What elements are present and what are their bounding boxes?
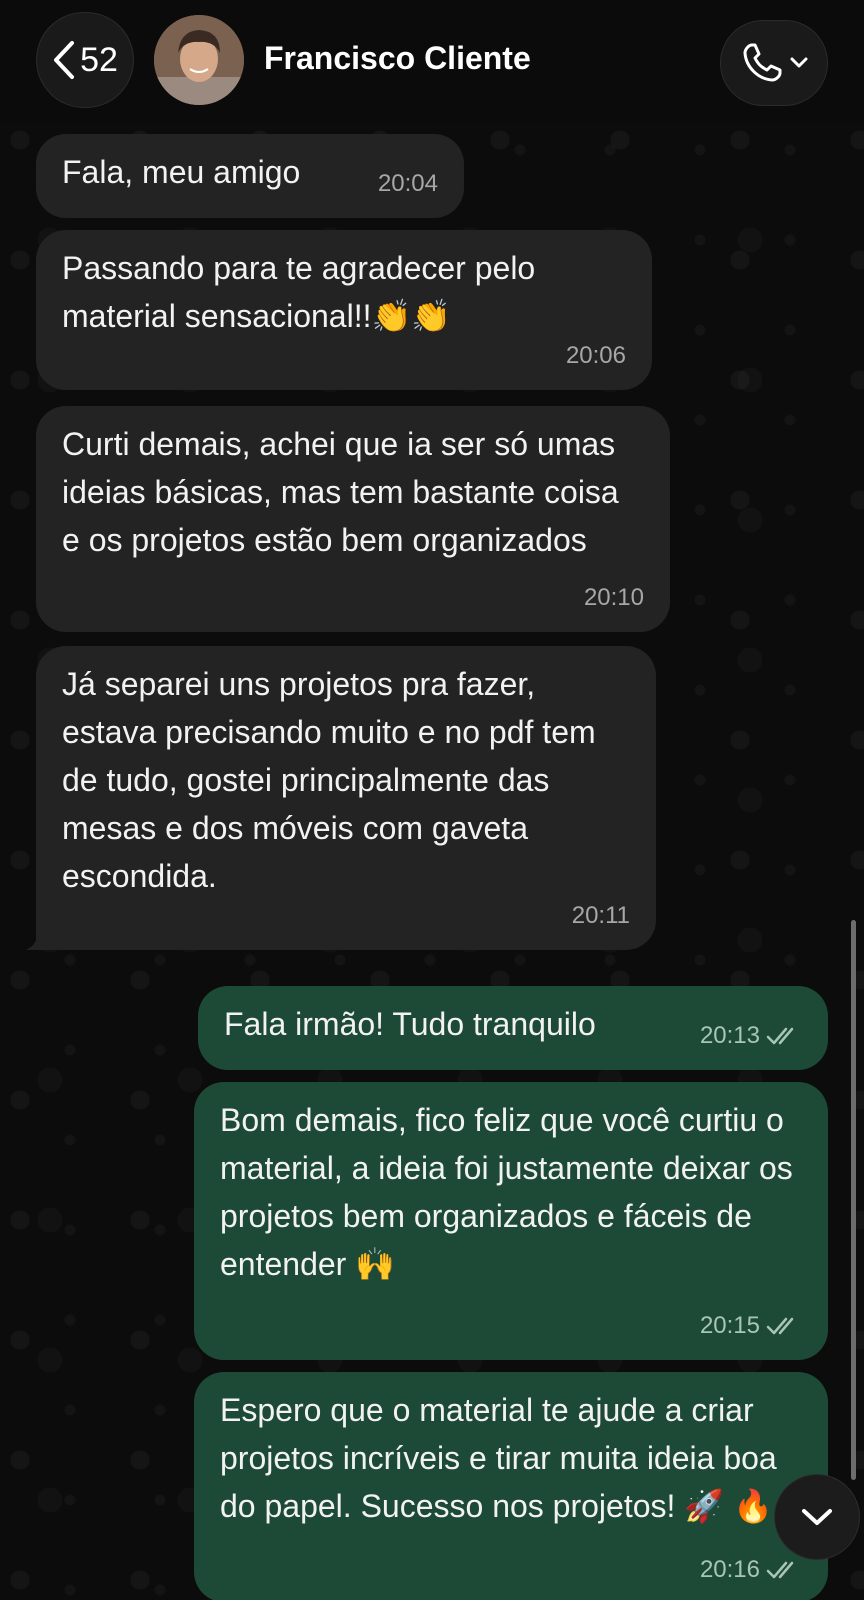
message-text: Já separei uns projetos pra fazer, estav… xyxy=(62,666,605,894)
chevron-down-icon xyxy=(802,1509,832,1525)
message-text: Bom demais, fico feliz que você curtiu o… xyxy=(220,1102,802,1282)
message-outgoing[interactable]: Bom demais, fico feliz que você curtiu o… xyxy=(194,1082,828,1360)
message-incoming[interactable]: Já separei uns projetos pra fazer, estav… xyxy=(36,646,656,950)
message-incoming[interactable]: Fala, meu amigo 20:04 xyxy=(36,134,464,218)
scrollbar[interactable] xyxy=(851,920,856,1480)
message-outgoing[interactable]: Fala irmão! Tudo tranquilo 20:13 xyxy=(198,986,828,1070)
chevron-left-icon xyxy=(54,41,75,79)
call-button[interactable] xyxy=(720,20,828,106)
message-time: 20:15 xyxy=(700,1302,802,1350)
avatar-image xyxy=(154,15,244,105)
phone-icon xyxy=(743,43,782,82)
double-check-icon xyxy=(766,1027,794,1045)
message-outgoing[interactable]: Espero que o material te ajude a criar p… xyxy=(194,1372,828,1600)
double-check-icon xyxy=(766,1317,794,1335)
message-time: 20:04 xyxy=(377,170,438,197)
bubble-tail xyxy=(26,920,56,950)
message-text: Curti demais, achei que ia ser só umas i… xyxy=(62,426,628,558)
back-button[interactable]: 52 xyxy=(36,12,134,108)
avatar[interactable] xyxy=(154,15,244,105)
message-time: 20:13 xyxy=(700,1012,802,1060)
message-text: Espero que o material te ajude a criar p… xyxy=(220,1392,786,1524)
message-incoming[interactable]: Passando para te agradecer pelo material… xyxy=(36,230,652,390)
chevron-down-icon xyxy=(790,57,808,68)
message-time: 20:11 xyxy=(571,902,630,929)
scroll-down-button[interactable] xyxy=(774,1474,860,1560)
message-time: 20:16 xyxy=(700,1546,802,1594)
double-check-icon xyxy=(766,1561,794,1579)
message-text: Passando para te agradecer pelo material… xyxy=(62,250,545,334)
contact-name[interactable]: Francisco Cliente xyxy=(264,40,531,77)
unread-count: 52 xyxy=(80,40,118,79)
chat-header: 52 Francisco Cliente xyxy=(0,0,864,124)
message-time: 20:10 xyxy=(583,584,644,611)
chat-screen: 52 Francisco Cliente Fala, meu amigo 20:… xyxy=(0,0,864,1600)
message-time: 20:06 xyxy=(565,342,626,369)
message-incoming[interactable]: Curti demais, achei que ia ser só umas i… xyxy=(36,406,670,632)
